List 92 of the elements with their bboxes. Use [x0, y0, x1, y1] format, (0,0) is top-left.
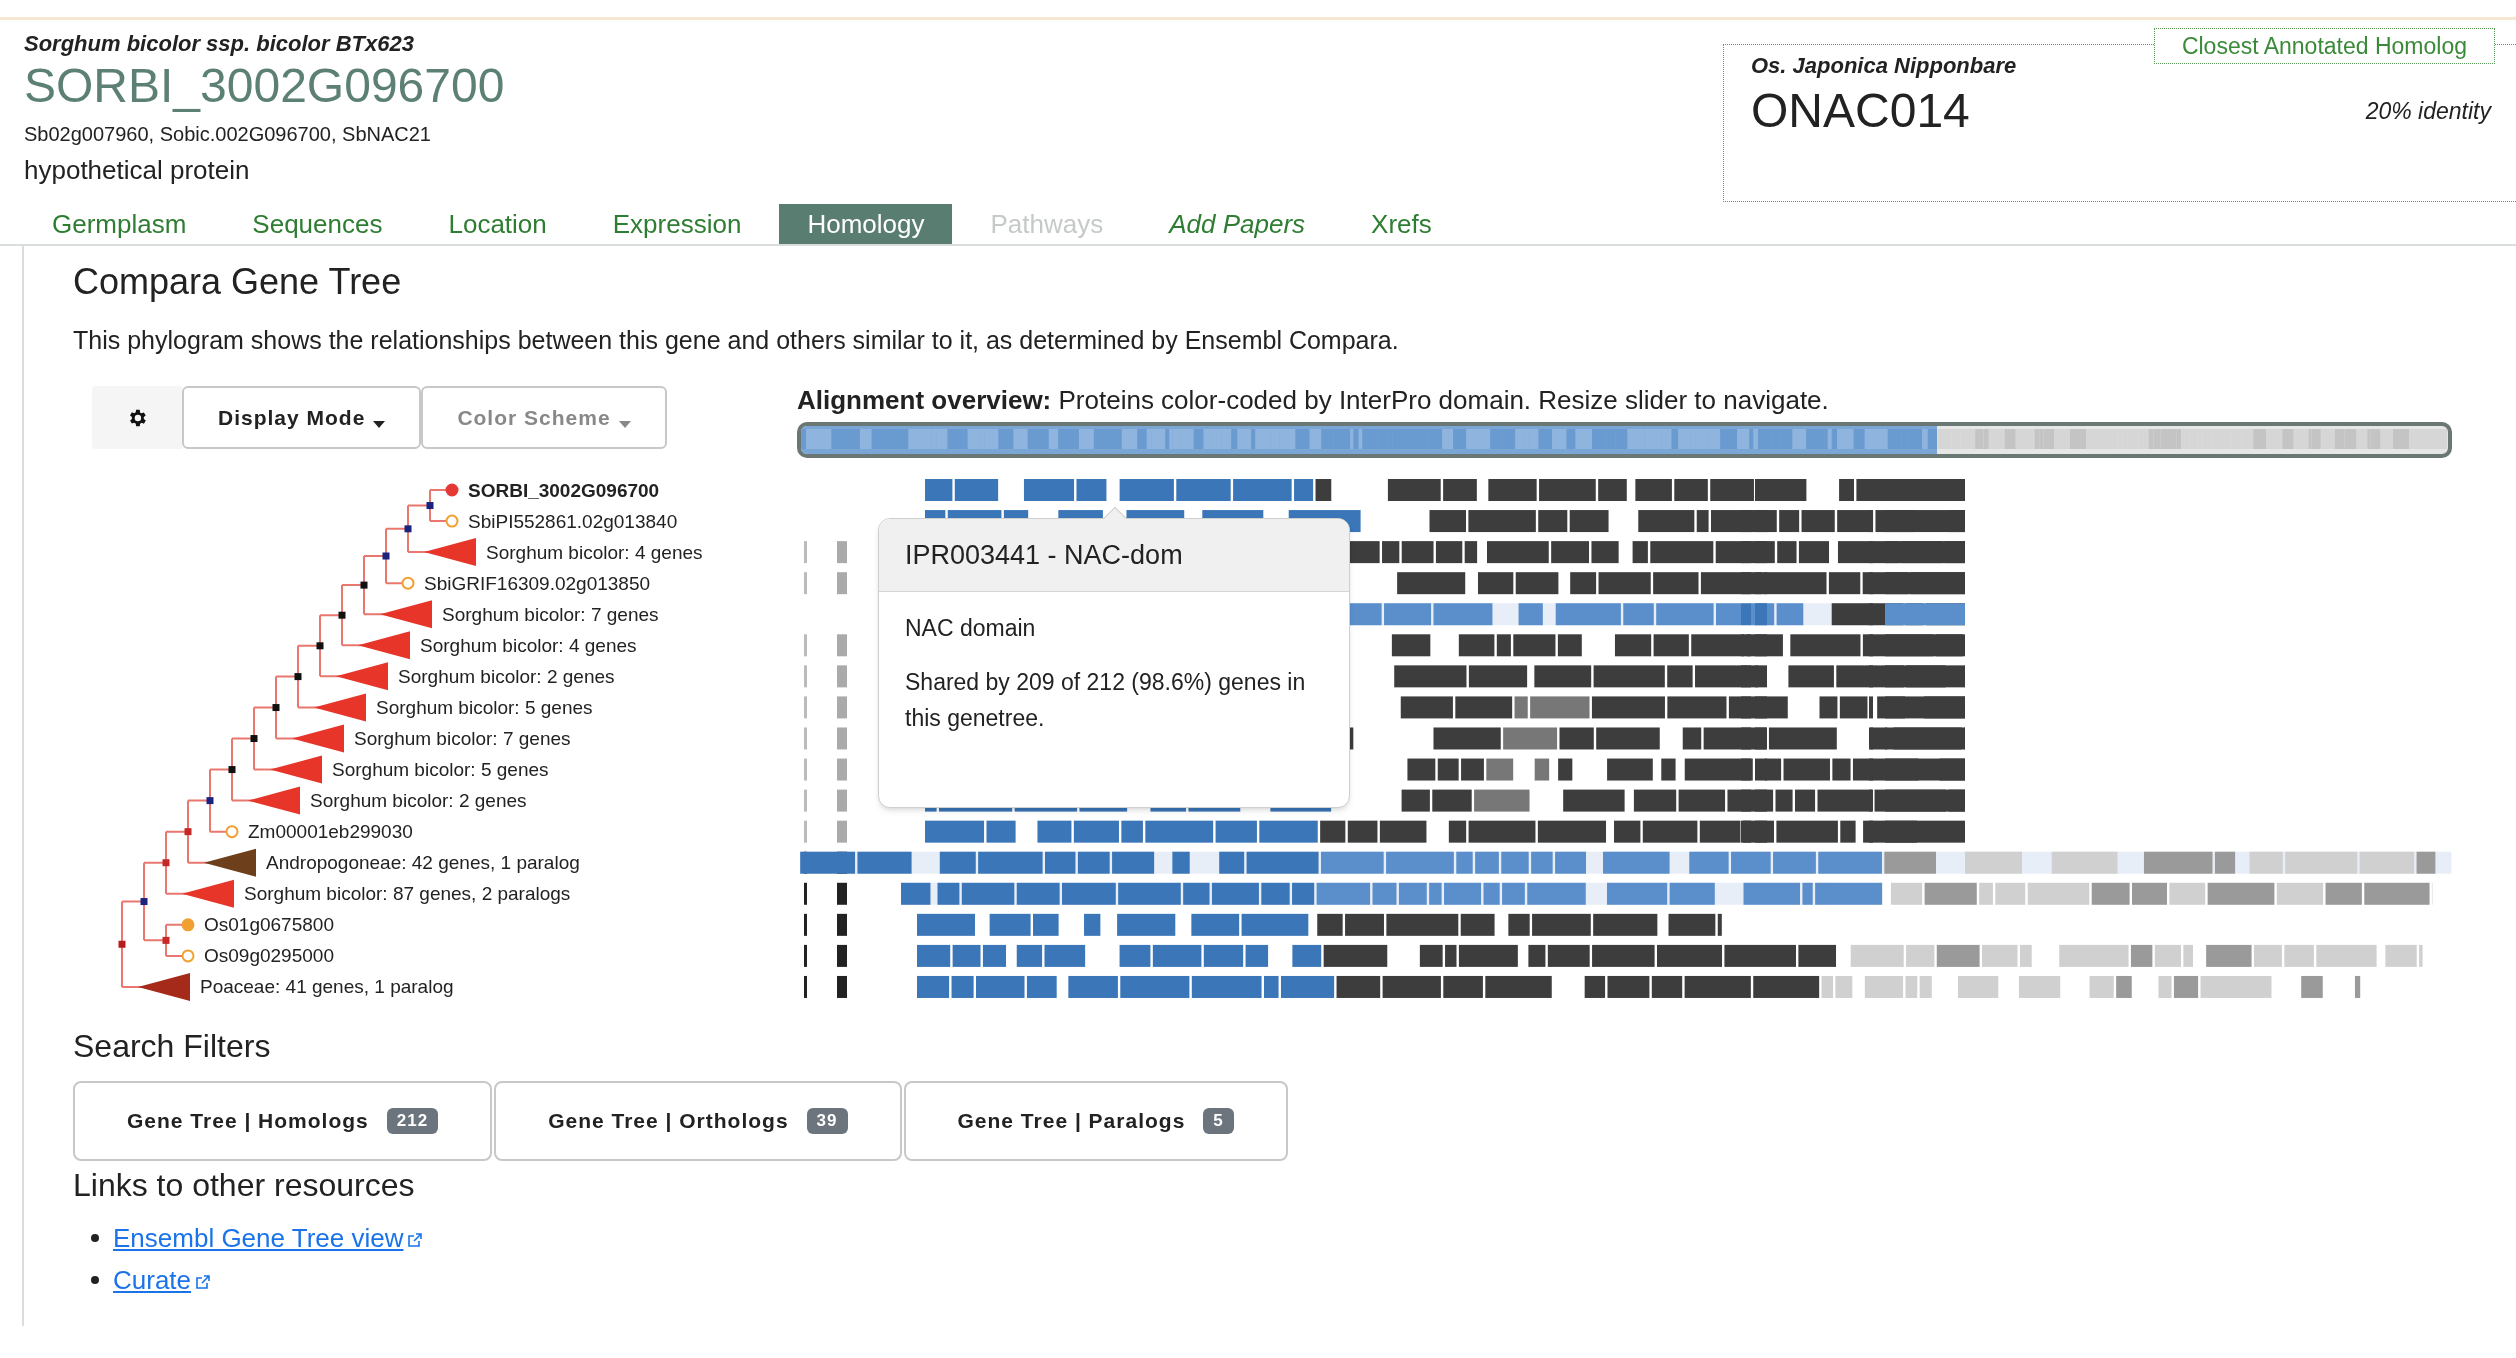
collapsed-clade-triangle[interactable]: [204, 848, 256, 877]
alignment-overview-slider[interactable]: [797, 422, 2452, 458]
bullet-icon: [91, 1276, 99, 1284]
collapsed-clade-triangle[interactable]: [182, 879, 234, 908]
tree-leaf-label[interactable]: Os09g0295000: [204, 945, 334, 967]
filter-button[interactable]: Gene Tree | Orthologs 39: [494, 1081, 902, 1161]
filter-button[interactable]: Gene Tree | Homologs 212: [73, 1081, 493, 1161]
homolog-gene: ONAC014: [1751, 83, 1970, 139]
caret-icon: [618, 420, 631, 429]
tree-node-marker[interactable]: [250, 735, 258, 743]
tree-node-marker[interactable]: [162, 936, 170, 944]
tab[interactable]: Location: [420, 204, 575, 244]
external-link-icon: [407, 1231, 424, 1248]
tooltip-domain-name: NAC domain: [905, 614, 1036, 643]
collapsed-clade-triangle[interactable]: [292, 724, 344, 753]
tree-node-marker[interactable]: [426, 502, 434, 510]
tab[interactable]: Expression: [584, 204, 770, 244]
gene-id-title: SORBI_3002G096700: [24, 58, 505, 114]
tree-node-marker[interactable]: [404, 525, 412, 533]
search-filters-title: Search Filters: [73, 1027, 271, 1066]
gene-marker[interactable]: [401, 576, 415, 590]
collapsed-clade-triangle[interactable]: [336, 662, 388, 691]
tree-leaf-label[interactable]: Andropogoneae: 42 genes, 1 paralog: [266, 852, 580, 874]
tree-leaf-label[interactable]: Sorghum bicolor: 2 genes: [398, 665, 615, 687]
gene-marker[interactable]: [445, 483, 459, 497]
collapsed-clade-triangle[interactable]: [314, 693, 366, 722]
tree-leaf-label[interactable]: Sorghum bicolor: 87 genes, 2 paralogs: [244, 883, 571, 905]
gene-marker[interactable]: [445, 514, 459, 528]
tree-leaf-label[interactable]: Sorghum bicolor: 4 genes: [420, 634, 637, 656]
homolog-legend: Closest Annotated Homolog: [2153, 28, 2495, 64]
tree-leaf-label[interactable]: Poaceae: 41 genes, 1 paralog: [200, 976, 454, 998]
alignment-caption: Alignment overview: Proteins color-coded by InterPro domain. Resize slider to navigate.: [797, 384, 1829, 416]
filter-button[interactable]: Gene Tree | Paralogs 5: [903, 1081, 1288, 1161]
collapsed-clade-triangle[interactable]: [270, 755, 322, 784]
tree-leaf-label[interactable]: Sorghum bicolor: 7 genes: [442, 603, 659, 625]
tree-node-marker[interactable]: [338, 611, 346, 619]
resource-link[interactable]: Ensembl Gene Tree view: [113, 1218, 424, 1258]
tree-leaf-label[interactable]: Sorghum bicolor: 5 genes: [332, 759, 549, 781]
count-badge: 212: [386, 1108, 439, 1134]
tree-leaf-label[interactable]: Os01g0675800: [204, 914, 334, 936]
tree-node-marker[interactable]: [228, 766, 236, 774]
section-title: Compara Gene Tree: [73, 260, 402, 304]
bullet-icon: [91, 1234, 99, 1242]
species-name: Sorghum bicolor ssp. bicolor BTx623: [24, 30, 415, 58]
tooltip-shared-text: Shared by 209 of 212 (98.6%) genes in this genetree.: [905, 668, 1307, 733]
tree-node-marker[interactable]: [294, 673, 302, 681]
external-link-icon: [195, 1273, 212, 1290]
resource-link[interactable]: Curate: [113, 1260, 212, 1300]
homolog-species: Os. Japonica Nipponbare: [1751, 52, 2017, 80]
tab[interactable]: Germplasm: [24, 204, 215, 244]
homolog-identity: 20% identity: [2365, 96, 2491, 126]
section-description: This phylogram shows the relationships between this gene and others similar to it, as determined by Ensembl Compara.: [73, 325, 1399, 356]
tab[interactable]: Add Papers: [1141, 204, 1334, 244]
tree-node-marker[interactable]: [162, 859, 170, 867]
collapsed-clade-triangle[interactable]: [424, 538, 476, 567]
count-badge: 39: [806, 1108, 848, 1134]
tree-leaf-label[interactable]: Sorghum bicolor: 7 genes: [354, 728, 571, 749]
tree-node-marker[interactable]: [140, 898, 148, 906]
tab[interactable]: Homology: [779, 204, 953, 244]
tree-node-marker[interactable]: [316, 642, 324, 650]
tree-node-marker[interactable]: [272, 704, 280, 712]
gene-marker[interactable]: [181, 949, 195, 963]
tab[interactable]: Xrefs: [1343, 204, 1460, 244]
gene-description: hypothetical protein: [24, 154, 250, 187]
collapsed-clade-triangle[interactable]: [138, 972, 190, 1001]
tree-leaf-label[interactable]: Sorghum bicolor: 5 genes: [376, 696, 593, 718]
gene-marker[interactable]: [225, 825, 239, 839]
collapsed-clade-triangle[interactable]: [248, 786, 300, 815]
tab[interactable]: Sequences: [224, 204, 411, 244]
tree-branch: [253, 706, 277, 771]
tree-leaf-label[interactable]: Sorghum bicolor: 2 genes: [310, 790, 527, 812]
settings-button[interactable]: [92, 386, 182, 449]
gene-synonyms: Sb02g007960, Sobic.002G096700, SbNAC21: [24, 122, 431, 147]
gene-marker[interactable]: [181, 918, 195, 932]
tree-node-marker[interactable]: [184, 828, 192, 836]
tree-leaf-label[interactable]: SbiPI552861.02g013840: [468, 510, 678, 532]
count-badge: 5: [1203, 1108, 1234, 1134]
tree-node-marker[interactable]: [206, 797, 214, 805]
tree-node-marker[interactable]: [382, 552, 390, 560]
tooltip-title: IPR003441 - NAC-dom: [879, 519, 1349, 592]
tree-branch: [275, 675, 299, 740]
collapsed-clade-triangle[interactable]: [358, 631, 410, 660]
tree-leaf-label[interactable]: Sorghum bicolor: 4 genes: [486, 541, 703, 563]
dropdown-button[interactable]: Display Mode: [182, 386, 422, 449]
tree-leaf-label[interactable]: Zm00001eb299030: [248, 821, 413, 843]
caret-icon: [373, 420, 386, 429]
links-title: Links to other resources: [73, 1166, 415, 1205]
tree-leaf-label[interactable]: SORBI_3002G096700: [468, 479, 660, 501]
tree-leaf-label[interactable]: SbiGRIF16309.02g013850: [424, 572, 651, 594]
tree-node-marker[interactable]: [360, 581, 368, 589]
collapsed-clade-triangle[interactable]: [380, 600, 432, 629]
tree-node-marker[interactable]: [118, 940, 126, 948]
